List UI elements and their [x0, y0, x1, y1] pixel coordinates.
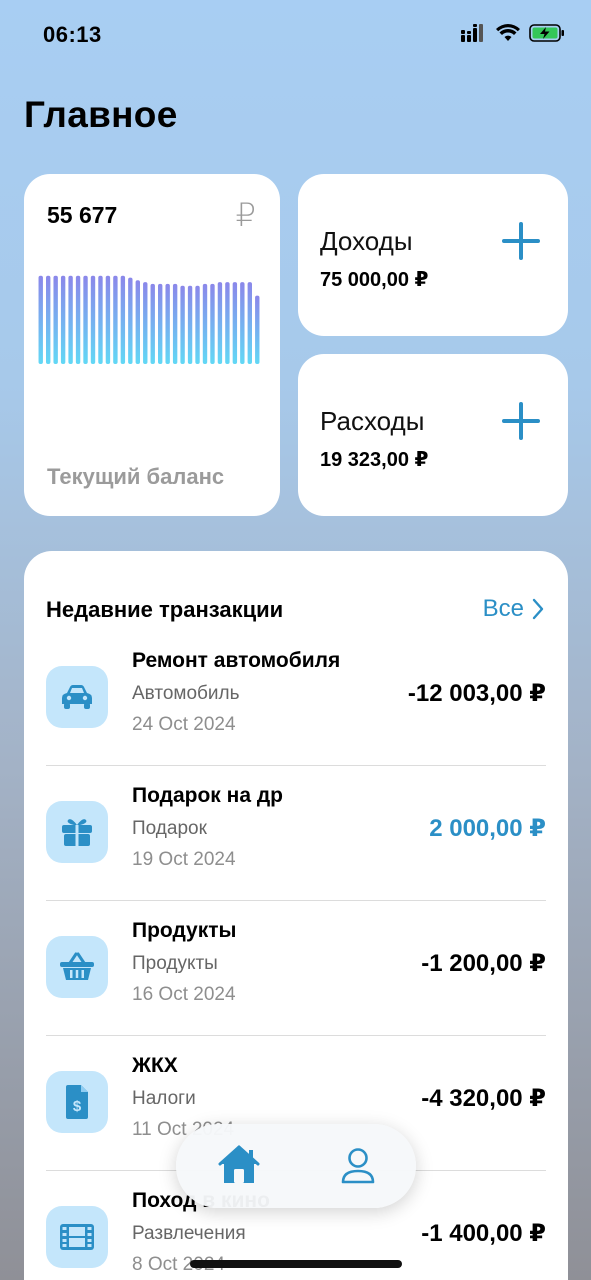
transaction-amount: -1 400,00 ₽: [421, 1220, 546, 1247]
income-amount: 75 000,00 ₽: [320, 269, 429, 291]
transaction-name: ЖКХ: [132, 1054, 178, 1077]
balance-bar: [38, 275, 43, 364]
transaction-category: Развлечения: [132, 1223, 246, 1244]
balance-bar: [105, 275, 111, 364]
balance-bar: [240, 282, 245, 364]
transaction-amount: 2 000,00 ₽: [429, 815, 546, 842]
basket-icon: [46, 936, 108, 998]
car-icon: [46, 666, 108, 728]
balance-amount: 55 677: [47, 202, 118, 228]
balance-bar: [180, 285, 185, 364]
balance-bar: [60, 275, 66, 364]
transaction-category: Продукты: [132, 953, 218, 974]
transaction-name: Продукты: [132, 919, 237, 942]
transaction-amount: -12 003,00 ₽: [407, 680, 546, 707]
balance-bar: [217, 282, 223, 364]
bottom-tab-bar: [176, 1124, 416, 1208]
expense-card[interactable]: Расходы 19 323,00 ₽: [298, 354, 568, 516]
add-expense-button[interactable]: [500, 400, 542, 442]
see-all-link[interactable]: Все: [483, 595, 544, 623]
balance-bar: [202, 283, 208, 364]
transaction-row[interactable]: Ремонт автомобиля Автомобиль 24 Oct 2024…: [46, 631, 546, 766]
balance-bar: [247, 282, 252, 364]
transaction-amount: -1 200,00 ₽: [421, 950, 546, 977]
cellular-signal-icon: [461, 24, 483, 42]
balance-bar: [68, 275, 73, 364]
balance-label: Текущий баланс: [47, 464, 225, 489]
transaction-amount: -4 320,00 ₽: [421, 1085, 546, 1112]
home-indicator: [190, 1260, 402, 1268]
add-income-button[interactable]: [500, 220, 542, 262]
income-card[interactable]: Доходы 75 000,00 ₽: [298, 174, 568, 336]
transaction-category: Автомобиль: [132, 683, 240, 704]
transaction-date: 16 Oct 2024: [132, 984, 236, 1005]
svg-text:$: $: [73, 1098, 82, 1115]
balance-chart: [38, 275, 260, 364]
transaction-category: Подарок: [132, 818, 207, 839]
invoice-icon: $: [46, 1071, 108, 1133]
balance-bar: [143, 282, 148, 364]
income-title: Доходы: [320, 226, 413, 256]
battery-charging-icon: [529, 24, 564, 42]
home-icon[interactable]: [218, 1144, 260, 1186]
balance-bar: [98, 275, 103, 364]
ruble-icon: ₽: [235, 197, 256, 233]
balance-bar: [158, 283, 163, 364]
status-time: 06:13: [43, 22, 102, 47]
balance-card[interactable]: 55 677 ₽ Текущий баланс: [24, 174, 280, 516]
status-bar: 06:13: [0, 0, 591, 70]
transaction-name: Ремонт автомобиля: [132, 649, 341, 672]
balance-bar: [150, 283, 155, 364]
balance-bar: [225, 282, 230, 364]
film-icon: [46, 1206, 108, 1268]
balance-bar: [90, 275, 96, 364]
transactions-title: Недавние транзакции: [46, 597, 284, 622]
wifi-icon: [496, 24, 520, 41]
balance-bar: [46, 275, 51, 364]
expense-title: Расходы: [320, 406, 425, 436]
transaction-date: 24 Oct 2024: [132, 714, 236, 735]
balance-bar: [75, 275, 81, 364]
balance-bar: [83, 275, 88, 364]
transaction-category: Налоги: [132, 1088, 196, 1109]
balance-bar: [120, 275, 126, 364]
transaction-date: 19 Oct 2024: [132, 849, 236, 870]
transaction-row[interactable]: Продукты Продукты 16 Oct 2024 -1 200,00 …: [46, 901, 546, 1036]
transaction-row[interactable]: Подарок на др Подарок 19 Oct 2024 2 000,…: [46, 766, 546, 901]
balance-bar: [210, 283, 215, 364]
chevron-right-icon: [532, 598, 544, 620]
balance-bar: [232, 282, 238, 364]
page-title: Главное: [24, 94, 178, 135]
balance-bar: [165, 283, 170, 364]
balance-bar: [135, 280, 140, 364]
balance-bar: [53, 275, 58, 364]
profile-icon[interactable]: [340, 1146, 376, 1186]
status-icons: [461, 24, 565, 42]
balance-bar: [255, 295, 260, 364]
balance-bar: [128, 277, 133, 364]
see-all-label: Все: [482, 595, 524, 622]
transaction-name: Подарок на др: [132, 784, 284, 807]
balance-bar: [113, 275, 118, 364]
balance-bar: [195, 285, 200, 364]
expense-amount: 19 323,00 ₽: [320, 449, 429, 471]
gift-icon: [46, 801, 108, 863]
balance-bar: [172, 283, 178, 364]
balance-bar: [187, 285, 193, 364]
